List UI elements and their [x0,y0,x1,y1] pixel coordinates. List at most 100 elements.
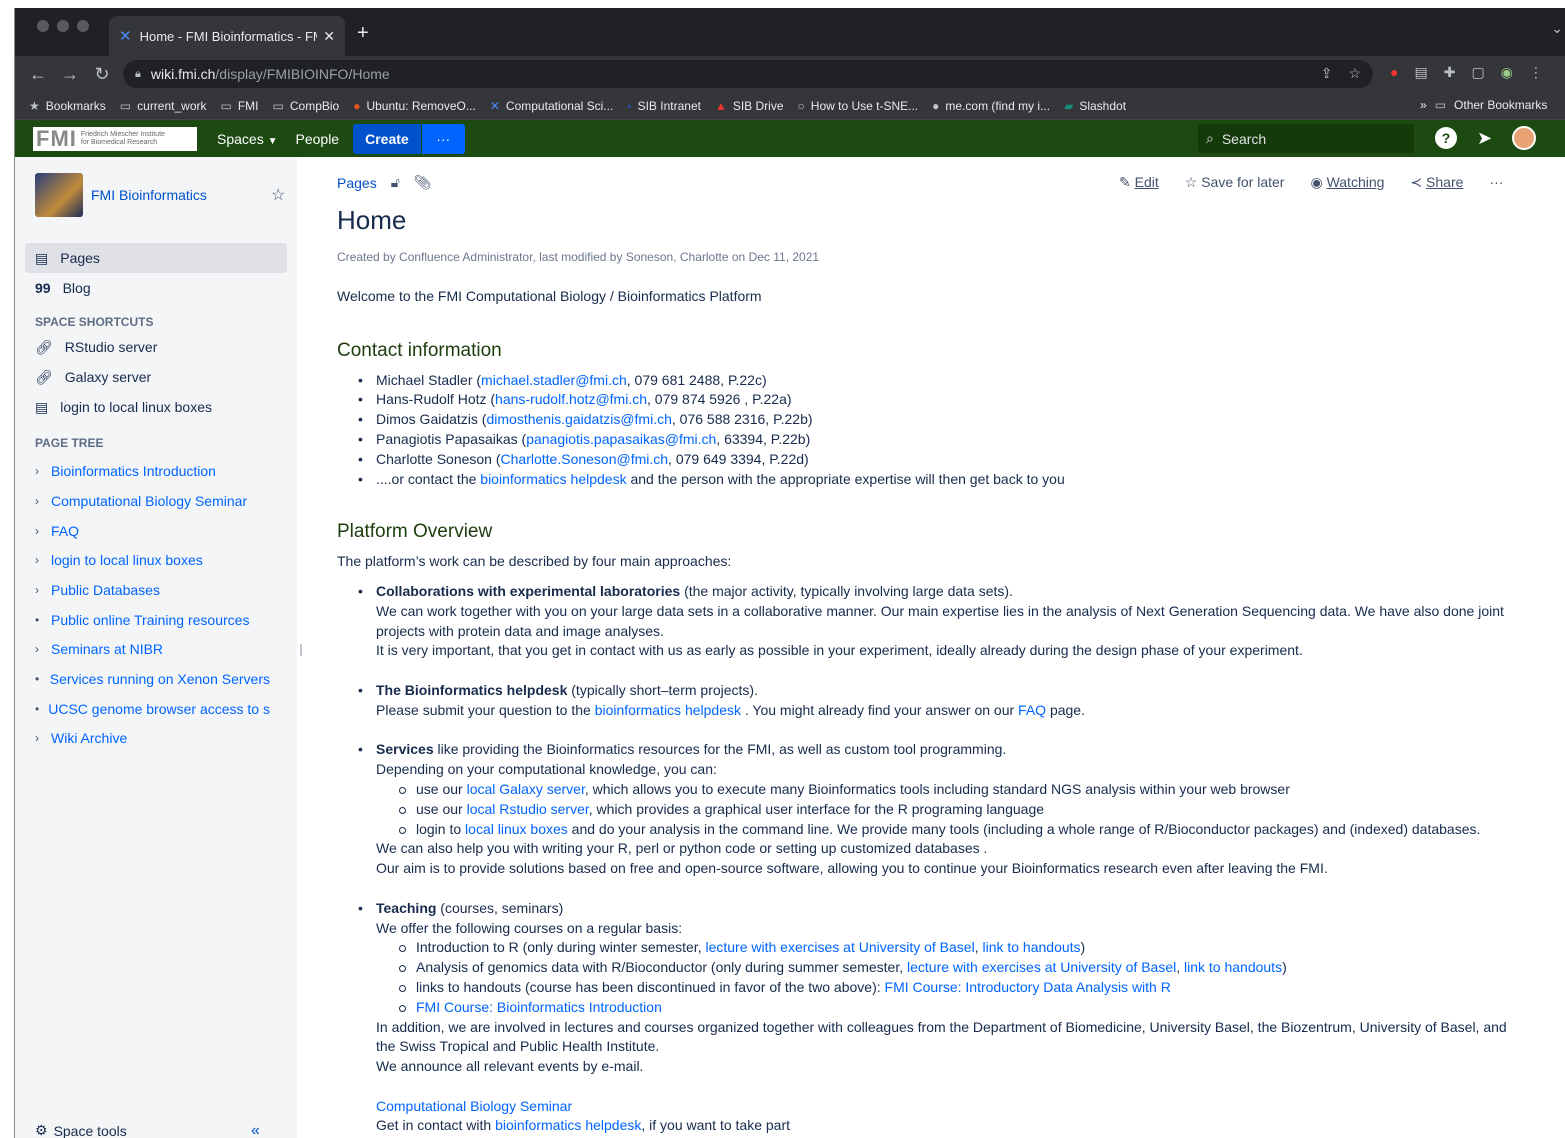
profile-avatar[interactable]: ◉ [1501,64,1513,81]
other-bookmarks[interactable]: » ▭ Other Bookmarks [1420,98,1547,112]
bookmark-item[interactable]: ✕ Computational Sci... [490,99,613,113]
extension-doc-icon[interactable]: ▤ [1414,64,1427,81]
share-icon[interactable]: ⇪ [1321,65,1333,82]
seminar-block: Computational Biology Seminar Get in con… [376,1097,790,1134]
email-link[interactable]: Charlotte.Soneson@fmi.ch [501,451,669,467]
rstudio-link[interactable]: local Rstudio server [467,801,589,817]
shortcut-linux[interactable]: ▤ login to local linux boxes [25,392,287,422]
space-name[interactable]: FMI Bioinformatics [91,187,207,203]
helpdesk-link[interactable]: bioinformatics helpdesk [495,1117,641,1133]
email-link[interactable]: dimosthenis.gaidatzis@fmi.ch [486,411,671,427]
save-for-later-button[interactable]: ☆ Save for later [1185,174,1285,191]
share-button[interactable]: ≺ Share [1410,174,1463,191]
unlock-icon[interactable]: 🔓︎ [391,174,400,191]
search-icon: ⌕ [1206,130,1214,146]
people-link[interactable]: People [296,131,340,147]
notifications-icon[interactable]: ➤ [1477,128,1492,149]
close-tab-icon[interactable]: ✕ [323,28,335,45]
list-item: Dimos Gaidatzis (dimosthenis.gaidatzis@f… [358,410,1527,430]
space-tools-button[interactable]: ⚙ Space tools [35,1122,127,1138]
tree-item[interactable]: • Services running on Xenon Servers [35,671,270,687]
bookmark-item[interactable]: ★ Bookmarks [29,99,106,113]
collapse-sidebar-icon[interactable]: « [251,1122,260,1138]
bookmark-item[interactable]: ▲ SIB Drive [715,99,784,113]
helpdesk-link[interactable]: bioinformatics helpdesk [595,702,741,718]
bookmark-star-icon[interactable]: ☆ [1348,65,1361,82]
tree-item[interactable]: › FAQ [35,523,270,539]
shortcut-galaxy[interactable]: 🔗︎ Galaxy server [25,362,287,392]
shortcut-rstudio[interactable]: 🔗︎ RStudio server [25,332,287,362]
create-button[interactable]: Create [353,123,421,154]
help-icon[interactable]: ? [1435,127,1457,149]
new-tab-button[interactable]: + [357,22,369,45]
course-link[interactable]: FMI Course: Bioinformatics Introduction [416,999,662,1015]
sidebar-item-blog[interactable]: 99 Blog [25,273,287,303]
pencil-icon: ✎ [1119,174,1131,190]
back-icon[interactable]: ← [29,64,47,85]
bookmark-item[interactable]: ○ How to Use t-SNE... [798,99,919,113]
tree-item[interactable]: › login to local linux boxes [35,552,270,568]
galaxy-link[interactable]: local Galaxy server [467,781,585,797]
handouts-link[interactable]: link to handouts [1184,959,1282,975]
email-link[interactable]: hans-rudolf.hotz@fmi.ch [495,391,647,407]
faq-link[interactable]: FAQ [1018,702,1046,718]
more-actions-icon[interactable]: ··· [1489,174,1503,191]
watching-button[interactable]: ◉ Watching [1310,174,1384,191]
contact-list: Michael Stadler (michael.stadler@fmi.ch,… [358,371,1527,490]
list-item: login to local linux boxes and do your a… [394,820,1527,840]
bookmark-item[interactable]: ▭ current_work [120,99,207,113]
spaces-menu[interactable]: Spaces ▼ [217,131,278,147]
bookmark-item[interactable]: ▭ FMI [221,99,259,113]
fmi-logo[interactable]: FMI Friedrich Miescher Institute for Biom… [33,126,197,151]
folder-icon: ▭ [119,98,132,113]
seminar-link[interactable]: Computational Biology Seminar [376,1098,572,1114]
overflow-icon[interactable]: » [1420,98,1427,112]
tree-item[interactable]: • UCSC genome browser access to s [35,701,270,717]
tree-item[interactable]: › Computational Biology Seminar [35,493,270,509]
helpdesk-link[interactable]: bioinformatics helpdesk [480,471,626,487]
address-bar[interactable]: 🔒︎ wiki.fmi.ch/display/FMIBIOINFO/Home ⇪… [123,60,1373,88]
space-logo[interactable] [35,173,83,217]
extension-red-icon[interactable]: ● [1390,64,1398,81]
tab-title: Home - FMI Bioinformatics - FMI [139,28,318,44]
bookmark-item[interactable]: ● Ubuntu: RemoveO... [353,99,476,113]
bookmark-item[interactable]: ▰ Slashdot [1064,99,1126,113]
bookmark-item[interactable]: ▪ SIB Intranet [627,99,701,113]
tab-search-icon[interactable]: ⌄ [1551,20,1563,37]
window-controls[interactable] [37,20,89,32]
breadcrumb-pages[interactable]: Pages [337,175,377,191]
star-icon: ★ [29,98,40,113]
browser-tab[interactable]: ✕ Home - FMI Bioinformatics - FMI ✕ [109,16,345,56]
linux-boxes-link[interactable]: local linux boxes [465,821,568,837]
sidebar-resize-handle[interactable] [300,644,302,656]
email-link[interactable]: michael.stadler@fmi.ch [481,372,627,388]
page-tree-heading: PAGE TREE [35,436,104,450]
course-link[interactable]: FMI Course: Introductory Data Analysis w… [885,979,1171,995]
menu-icon[interactable]: ⋮ [1529,64,1543,81]
forward-icon[interactable]: → [61,64,79,85]
handouts-link[interactable]: link to handouts [982,939,1080,955]
sidebar-item-pages[interactable]: ▤ Pages [25,243,287,273]
bookmark-item[interactable]: ▭ CompBio [273,99,340,113]
star-icon[interactable]: ☆ [271,185,285,205]
page-metadata: Created by Confluence Administrator, las… [337,250,820,264]
bookmark-item[interactable]: ● me.com (find my i... [932,99,1050,113]
approaches-list: Collaborations with experimental laborat… [358,582,1527,1077]
edit-button[interactable]: ✎ Edit [1119,174,1159,191]
tree-item[interactable]: › Public Databases [35,582,270,598]
email-link[interactable]: panagiotis.papasaikas@fmi.ch [526,431,716,447]
attachment-icon[interactable]: 📎︎ [414,174,432,191]
lock-icon[interactable]: 🔒︎ [135,68,141,81]
sidepanel-icon[interactable]: ▢ [1471,64,1484,81]
user-avatar[interactable] [1512,126,1537,150]
tree-item[interactable]: › Wiki Archive [35,730,270,746]
tree-item[interactable]: • Public online Training resources [35,612,270,628]
reload-icon[interactable]: ↻ [93,64,111,85]
tree-item[interactable]: › Bioinformatics Introduction [35,463,270,479]
create-more-button[interactable]: ··· [420,123,465,154]
lecture-link[interactable]: lecture with exercises at University of … [705,939,974,955]
tree-item[interactable]: › Seminars at NIBR [35,641,270,657]
lecture-link[interactable]: lecture with exercises at University of … [907,959,1176,975]
puzzle-icon[interactable]: ✚ [1444,64,1456,81]
search-input[interactable]: ⌕ Search [1198,124,1414,153]
